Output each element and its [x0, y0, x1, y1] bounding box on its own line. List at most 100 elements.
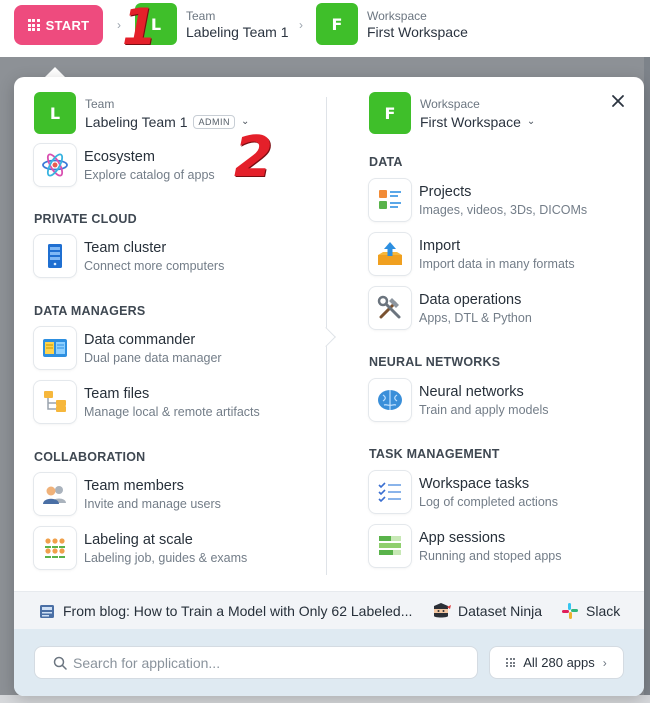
item-title: Neural networks: [419, 383, 524, 400]
team-caption: Team: [186, 8, 216, 23]
search-placeholder: Search for application...: [73, 654, 221, 671]
slack-icon: [562, 602, 578, 619]
grid-icon: [506, 658, 516, 667]
background-content: [644, 57, 650, 703]
grid-icon: [27, 19, 40, 31]
section-title: PRIVATE CLOUD: [34, 212, 137, 226]
item-subtitle: Explore catalog of apps: [84, 167, 215, 182]
item-subtitle: Running and stoped apps: [419, 548, 562, 563]
users-icon: [34, 473, 76, 515]
chevron-right-icon: ›: [117, 18, 121, 32]
blog-link[interactable]: From blog: How to Train a Model with Onl…: [38, 602, 412, 620]
dataset-ninja-link[interactable]: Dataset Ninja: [431, 602, 542, 620]
item-subtitle: Invite and manage users: [84, 496, 221, 511]
item-title: Import: [419, 237, 461, 254]
item-title: Ecosystem: [84, 148, 155, 165]
divider-arrow: [316, 327, 336, 347]
admin-badge: ADMIN: [193, 114, 235, 129]
team-selector[interactable]: L Team Labeling Team 1 ADMIN ⌄: [34, 92, 249, 134]
dataset-ninja-label: Dataset Ninja: [458, 602, 543, 619]
workspace-avatar: F: [316, 3, 358, 45]
item-title: Team files: [84, 385, 150, 402]
item-subtitle: Apps, DTL & Python: [419, 310, 532, 325]
sessions-icon: [369, 525, 411, 567]
start-menu-panel: L Team Labeling Team 1 ADMIN ⌄ Ecosystem…: [14, 77, 644, 696]
menu-item-projects[interactable]: Projects Images, videos, 3Ds, DICOMs: [369, 179, 587, 221]
popover-caret: [45, 67, 65, 77]
start-label: START: [45, 17, 90, 33]
item-title: Team members: [84, 477, 184, 494]
item-title: App sessions: [419, 529, 506, 546]
menu-item-data-commander[interactable]: Data commander Dual pane data manager: [34, 327, 222, 369]
section-title: TASK MANAGEMENT: [369, 447, 500, 461]
item-title: Workspace tasks: [419, 475, 530, 492]
menu-item-data-operations[interactable]: Data operations Apps, DTL & Python: [369, 287, 532, 329]
item-title: Team cluster: [84, 239, 167, 256]
start-button[interactable]: START: [14, 5, 103, 45]
top-bar: START › L Team Labeling Team 1 › F Works…: [0, 0, 650, 57]
workspace-name: First Workspace: [420, 113, 521, 130]
workspace-caption: Workspace: [420, 96, 480, 111]
quick-links-bar: From blog: How to Train a Model with Onl…: [14, 591, 644, 629]
workspace-caption: Workspace: [367, 8, 427, 23]
item-subtitle: Labeling job, guides & exams: [84, 550, 248, 565]
group-icon: [34, 527, 76, 569]
brain-icon: [369, 379, 411, 421]
import-icon: [369, 233, 411, 275]
item-subtitle: Train and apply models: [419, 402, 549, 417]
menu-item-workspace-tasks[interactable]: Workspace tasks Log of completed actions: [369, 471, 558, 513]
all-apps-button[interactable]: All 280 apps ›: [489, 646, 624, 679]
dual-pane-icon: [34, 327, 76, 369]
workspace-name: First Workspace: [367, 23, 468, 40]
section-title: DATA MANAGERS: [34, 304, 146, 318]
search-icon: [53, 656, 67, 670]
team-name: Labeling Team 1: [85, 113, 188, 130]
search-footer: Search for application... All 280 apps ›: [14, 629, 644, 696]
item-subtitle: Log of completed actions: [419, 494, 558, 509]
workspace-avatar: F: [369, 92, 411, 134]
menu-item-team-members[interactable]: Team members Invite and manage users: [34, 473, 221, 515]
item-title: Projects: [419, 183, 472, 200]
folder-tree-icon: [34, 381, 76, 423]
chevron-right-icon: ›: [602, 655, 607, 670]
menu-item-neural-networks[interactable]: Neural networks Train and apply models: [369, 379, 548, 421]
menu-item-app-sessions[interactable]: App sessions Running and stoped apps: [369, 525, 561, 567]
section-title: COLLABORATION: [34, 450, 146, 464]
section-title: DATA: [369, 155, 403, 169]
item-title: Data commander: [84, 331, 196, 348]
breadcrumb-workspace[interactable]: F Workspace First Workspace: [316, 3, 468, 45]
slack-link[interactable]: Slack: [561, 602, 620, 620]
team-caption: Team: [85, 96, 115, 111]
server-icon: [34, 235, 76, 277]
background-content-bottom: [0, 695, 650, 703]
chevron-down-icon: ⌄: [526, 116, 536, 127]
menu-item-ecosystem[interactable]: Ecosystem Explore catalog of apps: [34, 144, 215, 186]
slack-label: Slack: [586, 602, 621, 619]
newspaper-icon: [40, 604, 54, 618]
section-title: NEURAL NETWORKS: [369, 355, 501, 369]
menu-item-team-files[interactable]: Team files Manage local & remote artifac…: [34, 381, 260, 423]
search-input[interactable]: Search for application...: [34, 646, 478, 679]
item-subtitle: Dual pane data manager: [84, 350, 222, 365]
atom-icon: [34, 144, 76, 186]
item-subtitle: Manage local & remote artifacts: [84, 404, 260, 419]
projects-icon: [369, 179, 411, 221]
item-subtitle: Connect more computers: [84, 258, 225, 273]
menu-item-team-cluster[interactable]: Team cluster Connect more computers: [34, 235, 224, 277]
breadcrumb-team[interactable]: L Team Labeling Team 1: [135, 3, 288, 45]
annotation-number-2: 2: [234, 125, 273, 190]
item-subtitle: Import data in many formats: [419, 256, 575, 271]
team-name: Labeling Team 1: [186, 23, 289, 40]
menu-item-import[interactable]: Import Import data in many formats: [369, 233, 575, 275]
checklist-icon: [369, 471, 411, 513]
tools-icon: [369, 287, 411, 329]
chevron-right-icon: ›: [299, 18, 303, 32]
blog-link-label: From blog: How to Train a Model with Onl…: [63, 602, 413, 619]
item-title: Labeling at scale: [84, 531, 193, 548]
close-icon[interactable]: [610, 93, 626, 109]
item-subtitle: Images, videos, 3Ds, DICOMs: [419, 202, 588, 217]
menu-item-labeling-at-scale[interactable]: Labeling at scale Labeling job, guides &…: [34, 527, 247, 569]
ninja-icon: [434, 602, 451, 617]
item-title: Data operations: [419, 291, 522, 308]
workspace-selector[interactable]: F Workspace First Workspace ⌄: [369, 92, 535, 134]
